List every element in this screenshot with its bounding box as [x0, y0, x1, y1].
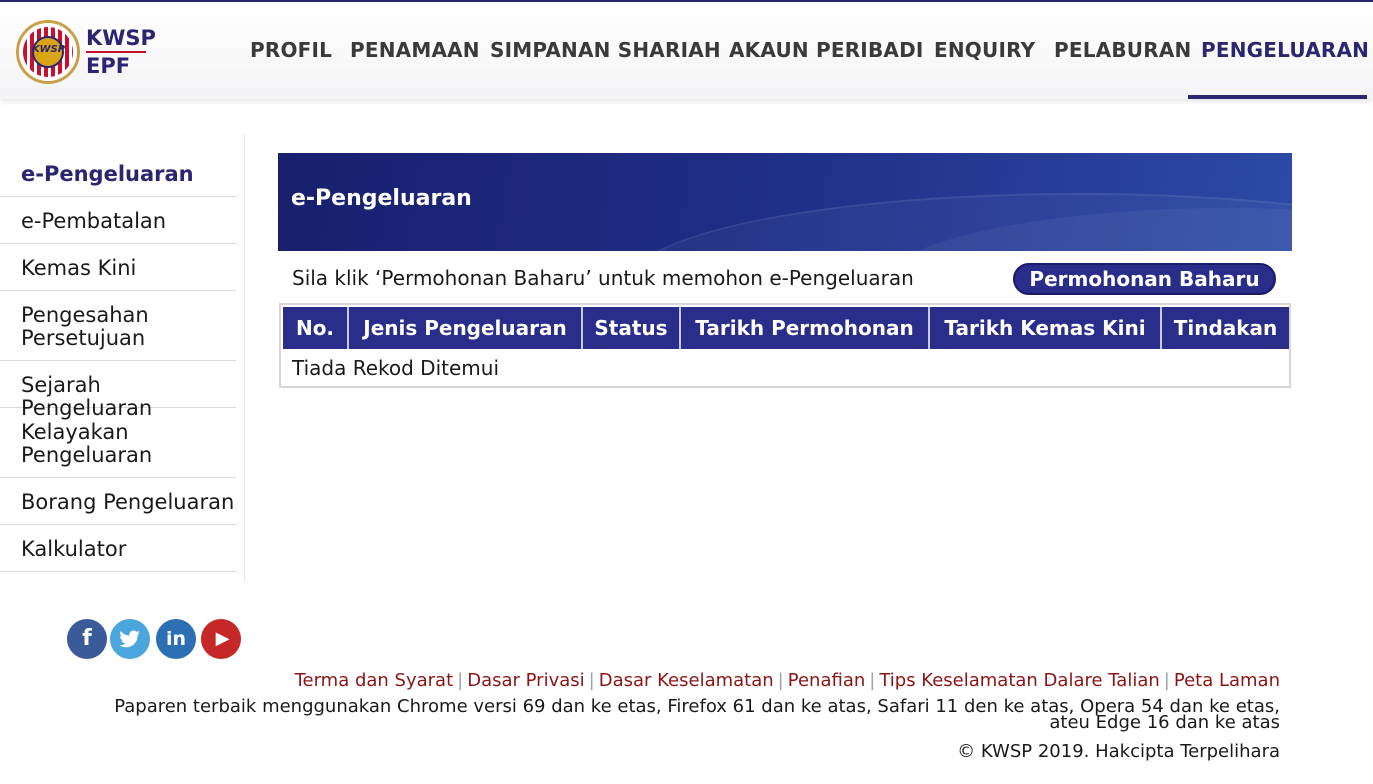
column-header-tindakan: Tindakan [1162, 307, 1289, 349]
nav-item-pengeluaran[interactable]: PENGELUARAN [1201, 38, 1369, 62]
linkedin-icon[interactable]: in [156, 619, 196, 659]
sidebar-item-e-pembatalan[interactable]: e-Pembatalan [0, 197, 236, 244]
kwsp-logo[interactable]: KWSP KWSP EPF [16, 20, 156, 86]
sidebar-item-kalkulator[interactable]: Kalkulator [0, 525, 236, 572]
footer-link-penafian[interactable]: Penafian [788, 670, 866, 691]
nav-item-profil[interactable]: PROFIL [250, 38, 332, 62]
youtube-icon[interactable]: ▶ [201, 619, 241, 659]
active-nav-indicator [1188, 95, 1367, 99]
column-header-tarikh-kemas-kini: Tarikh Kemas Kini [930, 307, 1162, 349]
sidebar-item-sejarah-pengeluaran[interactable]: Sejarah Pengeluaran [0, 361, 236, 420]
sidebar-item-e-pengeluaran[interactable]: e-Pengeluaran [0, 150, 236, 197]
logo-text-kwsp: KWSP [86, 26, 156, 50]
logo-seal-text: KWSP [32, 44, 66, 55]
sidebar: e-Pengeluaran e-Pembatalan Kemas Kini Pe… [0, 150, 236, 572]
nav-item-enquiry[interactable]: ENQUIRY [934, 38, 1035, 62]
twitter-icon[interactable] [110, 619, 150, 659]
facebook-icon[interactable]: f [67, 619, 107, 659]
page-banner: e-Pengeluaran [278, 153, 1292, 251]
column-header-status: Status [583, 307, 681, 349]
nav-item-simpanan-shariah[interactable]: SIMPANAN SHARIAH [490, 38, 721, 62]
column-header-no: No. [283, 307, 349, 349]
sidebar-item-kemas-kini[interactable]: Kemas Kini [0, 244, 236, 291]
sidebar-item-pengesahan-persetujuan[interactable]: Pengesahan Persetujuan [0, 291, 236, 361]
footer-links: Terma dan Syarat | Dasar Privasi | Dasar Kes… [294, 670, 1280, 691]
browser-support-note: Paparen terbaik menggunakan Chrome versi… [114, 696, 1280, 733]
page-title: e-Pengeluaran [291, 186, 472, 211]
nav-item-akaun-peribadi[interactable]: AKAUN PERIBADI [729, 38, 924, 62]
footer-link-keselamatan[interactable]: Dasar Keselamatan [599, 670, 774, 691]
twitter-bird-icon [119, 630, 140, 648]
footer-link-tips[interactable]: Tips Keselamatan Dalare Talian [879, 670, 1159, 691]
sidebar-item-borang-pengeluaran[interactable]: Borang Pengeluaran [0, 478, 236, 525]
applications-table: No. Jenis Pengeluaran Status Tarikh Perm… [279, 303, 1291, 388]
logo-wordmark: KWSP EPF [86, 28, 156, 77]
column-header-jenis-pengeluaran: Jenis Pengeluaran [349, 307, 583, 349]
top-header: KWSP KWSP EPF PROFIL PENAMAAN SIMPANAN S… [0, 0, 1373, 99]
new-application-button[interactable]: Permohonan Baharu [1013, 263, 1276, 295]
empty-table-message: Tiada Rekod Ditemui [292, 356, 500, 380]
footer-link-privasi[interactable]: Dasar Privasi [467, 670, 584, 691]
instruction-text: Sila klik ‘Permohonan Baharu’ untuk memo… [292, 266, 914, 290]
column-header-tarikh-permohonan: Tarikh Permohonan [681, 307, 930, 349]
sidebar-divider [244, 134, 245, 582]
kwsp-seal-icon: KWSP [16, 20, 80, 84]
copyright-text: © KWSP 2019. Hakcipta Terpelihara [957, 741, 1280, 762]
nav-item-penamaan[interactable]: PENAMAAN [350, 38, 480, 62]
footer-link-peta-laman[interactable]: Peta Laman [1174, 670, 1280, 691]
nav-item-pelaburan[interactable]: PELABURAN [1054, 38, 1191, 62]
footer-link-terma[interactable]: Terma dan Syarat [295, 670, 454, 691]
logo-text-epf: EPF [86, 54, 131, 78]
